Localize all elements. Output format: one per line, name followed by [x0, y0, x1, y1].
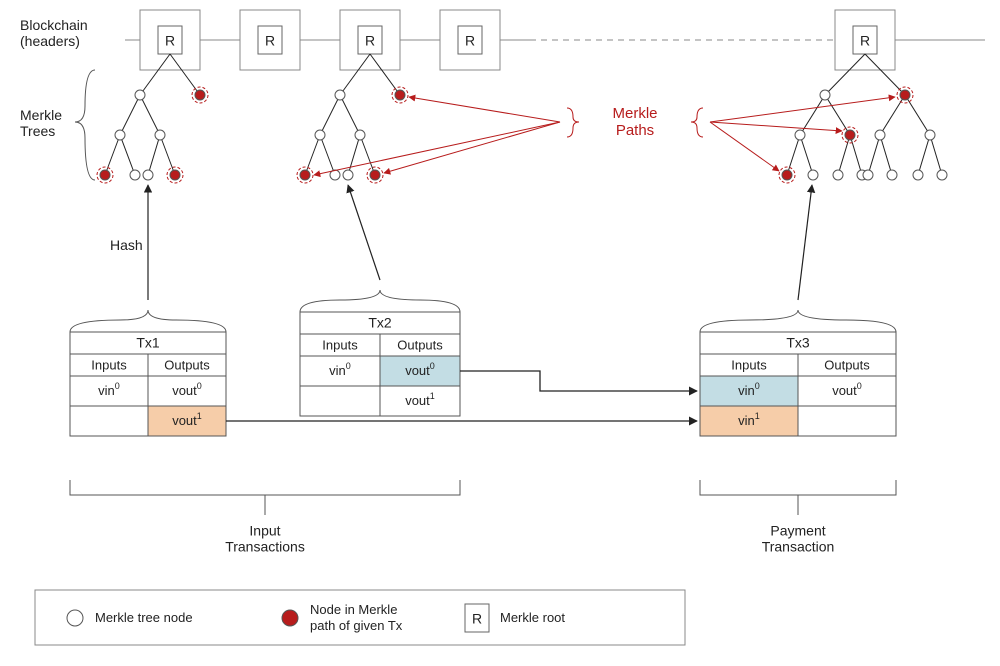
merkle-path-node — [192, 87, 208, 103]
tx3-title: Tx3 — [786, 335, 810, 351]
legend-merkle-node-icon — [67, 610, 83, 626]
tx1-table: Tx1 Inputs Outputs vin0 vout0 vout1 — [70, 332, 226, 436]
merkle-path-node — [297, 167, 313, 183]
svg-text:R: R — [465, 33, 475, 49]
legend-path-node-text-1: Node in Merkle — [310, 602, 397, 617]
tx1-brace — [70, 310, 226, 332]
tx3-brace — [700, 310, 896, 332]
merkle-trees-brace — [75, 70, 95, 180]
merkle-node — [143, 170, 153, 180]
svg-text:R: R — [365, 33, 375, 49]
legend-merkle-node-text: Merkle tree node — [95, 610, 193, 625]
tx3-table: Tx3 Inputs Outputs vin0 vout0 vin1 — [700, 332, 896, 436]
payment-tx-label-1: Payment — [770, 523, 825, 539]
merkle-node — [115, 130, 125, 140]
merkle-path-node — [897, 87, 913, 103]
tx3-inputs-header: Inputs — [731, 357, 767, 372]
header-box-3: R — [340, 10, 400, 70]
merkle-path-node — [367, 167, 383, 183]
hash-arrow-tx3 — [798, 185, 812, 300]
tx2-table: Tx2 Inputs Outputs vin0 vout0 vout1 — [300, 312, 460, 416]
hash-arrow-tx2 — [348, 185, 380, 280]
svg-text:R: R — [860, 33, 870, 49]
legend-root-text: Merkle root — [500, 610, 565, 625]
header-box-5: R — [835, 10, 895, 70]
tx2-brace — [300, 290, 460, 312]
legend: Merkle tree node Node in Merkle path of … — [35, 590, 685, 645]
tx2-inputs-header: Inputs — [322, 337, 358, 352]
input-tx-label-2: Transactions — [225, 539, 305, 555]
header-box-2: R — [240, 10, 300, 70]
merkle-trees-label-2: Trees — [20, 123, 55, 139]
merkle-paths-annotation: Merkle Paths — [567, 105, 703, 139]
legend-path-node-text-2: path of given Tx — [310, 618, 403, 633]
svg-text:R: R — [472, 611, 482, 627]
merkle-paths-label-1: Merkle — [612, 105, 657, 122]
blockchain-headers-label-2: (headers) — [20, 33, 80, 49]
tx1-outputs-header: Outputs — [164, 357, 210, 372]
payment-tx-bracket: Payment Transaction — [700, 480, 896, 555]
header-box-1: R — [140, 10, 200, 70]
merkle-path-node — [842, 127, 858, 143]
tx1-title: Tx1 — [136, 335, 160, 351]
merkle-node — [155, 130, 165, 140]
spend-arrow-tx2-to-tx3 — [460, 371, 697, 391]
merkle-path-node — [167, 167, 183, 183]
blockchain-headers-label-1: Blockchain — [20, 17, 88, 33]
merkle-path-arrows — [314, 97, 895, 175]
merkle-tree-block3 — [297, 54, 408, 183]
payment-tx-label-2: Transaction — [762, 539, 835, 555]
input-tx-label-1: Input — [249, 523, 280, 539]
merkle-path-node — [392, 87, 408, 103]
merkle-path-node — [97, 167, 113, 183]
merkle-tree-block1 — [97, 54, 208, 183]
merkle-tree-block5 — [779, 54, 947, 183]
merkle-root-symbol: R — [165, 33, 175, 49]
merkle-node — [130, 170, 140, 180]
legend-path-node-icon — [282, 610, 298, 626]
header-box-4: R — [440, 10, 500, 70]
merkle-trees-label-1: Merkle — [20, 107, 62, 123]
merkle-path-node — [779, 167, 795, 183]
input-tx-bracket: Input Transactions — [70, 480, 460, 555]
tx2-outputs-header: Outputs — [397, 337, 443, 352]
merkle-paths-label-2: Paths — [616, 122, 654, 139]
tx1-inputs-header: Inputs — [91, 357, 127, 372]
tx2-title: Tx2 — [368, 315, 392, 331]
merkle-node — [135, 90, 145, 100]
svg-text:R: R — [265, 33, 275, 49]
tx3-outputs-header: Outputs — [824, 357, 870, 372]
hash-label: Hash — [110, 237, 143, 253]
